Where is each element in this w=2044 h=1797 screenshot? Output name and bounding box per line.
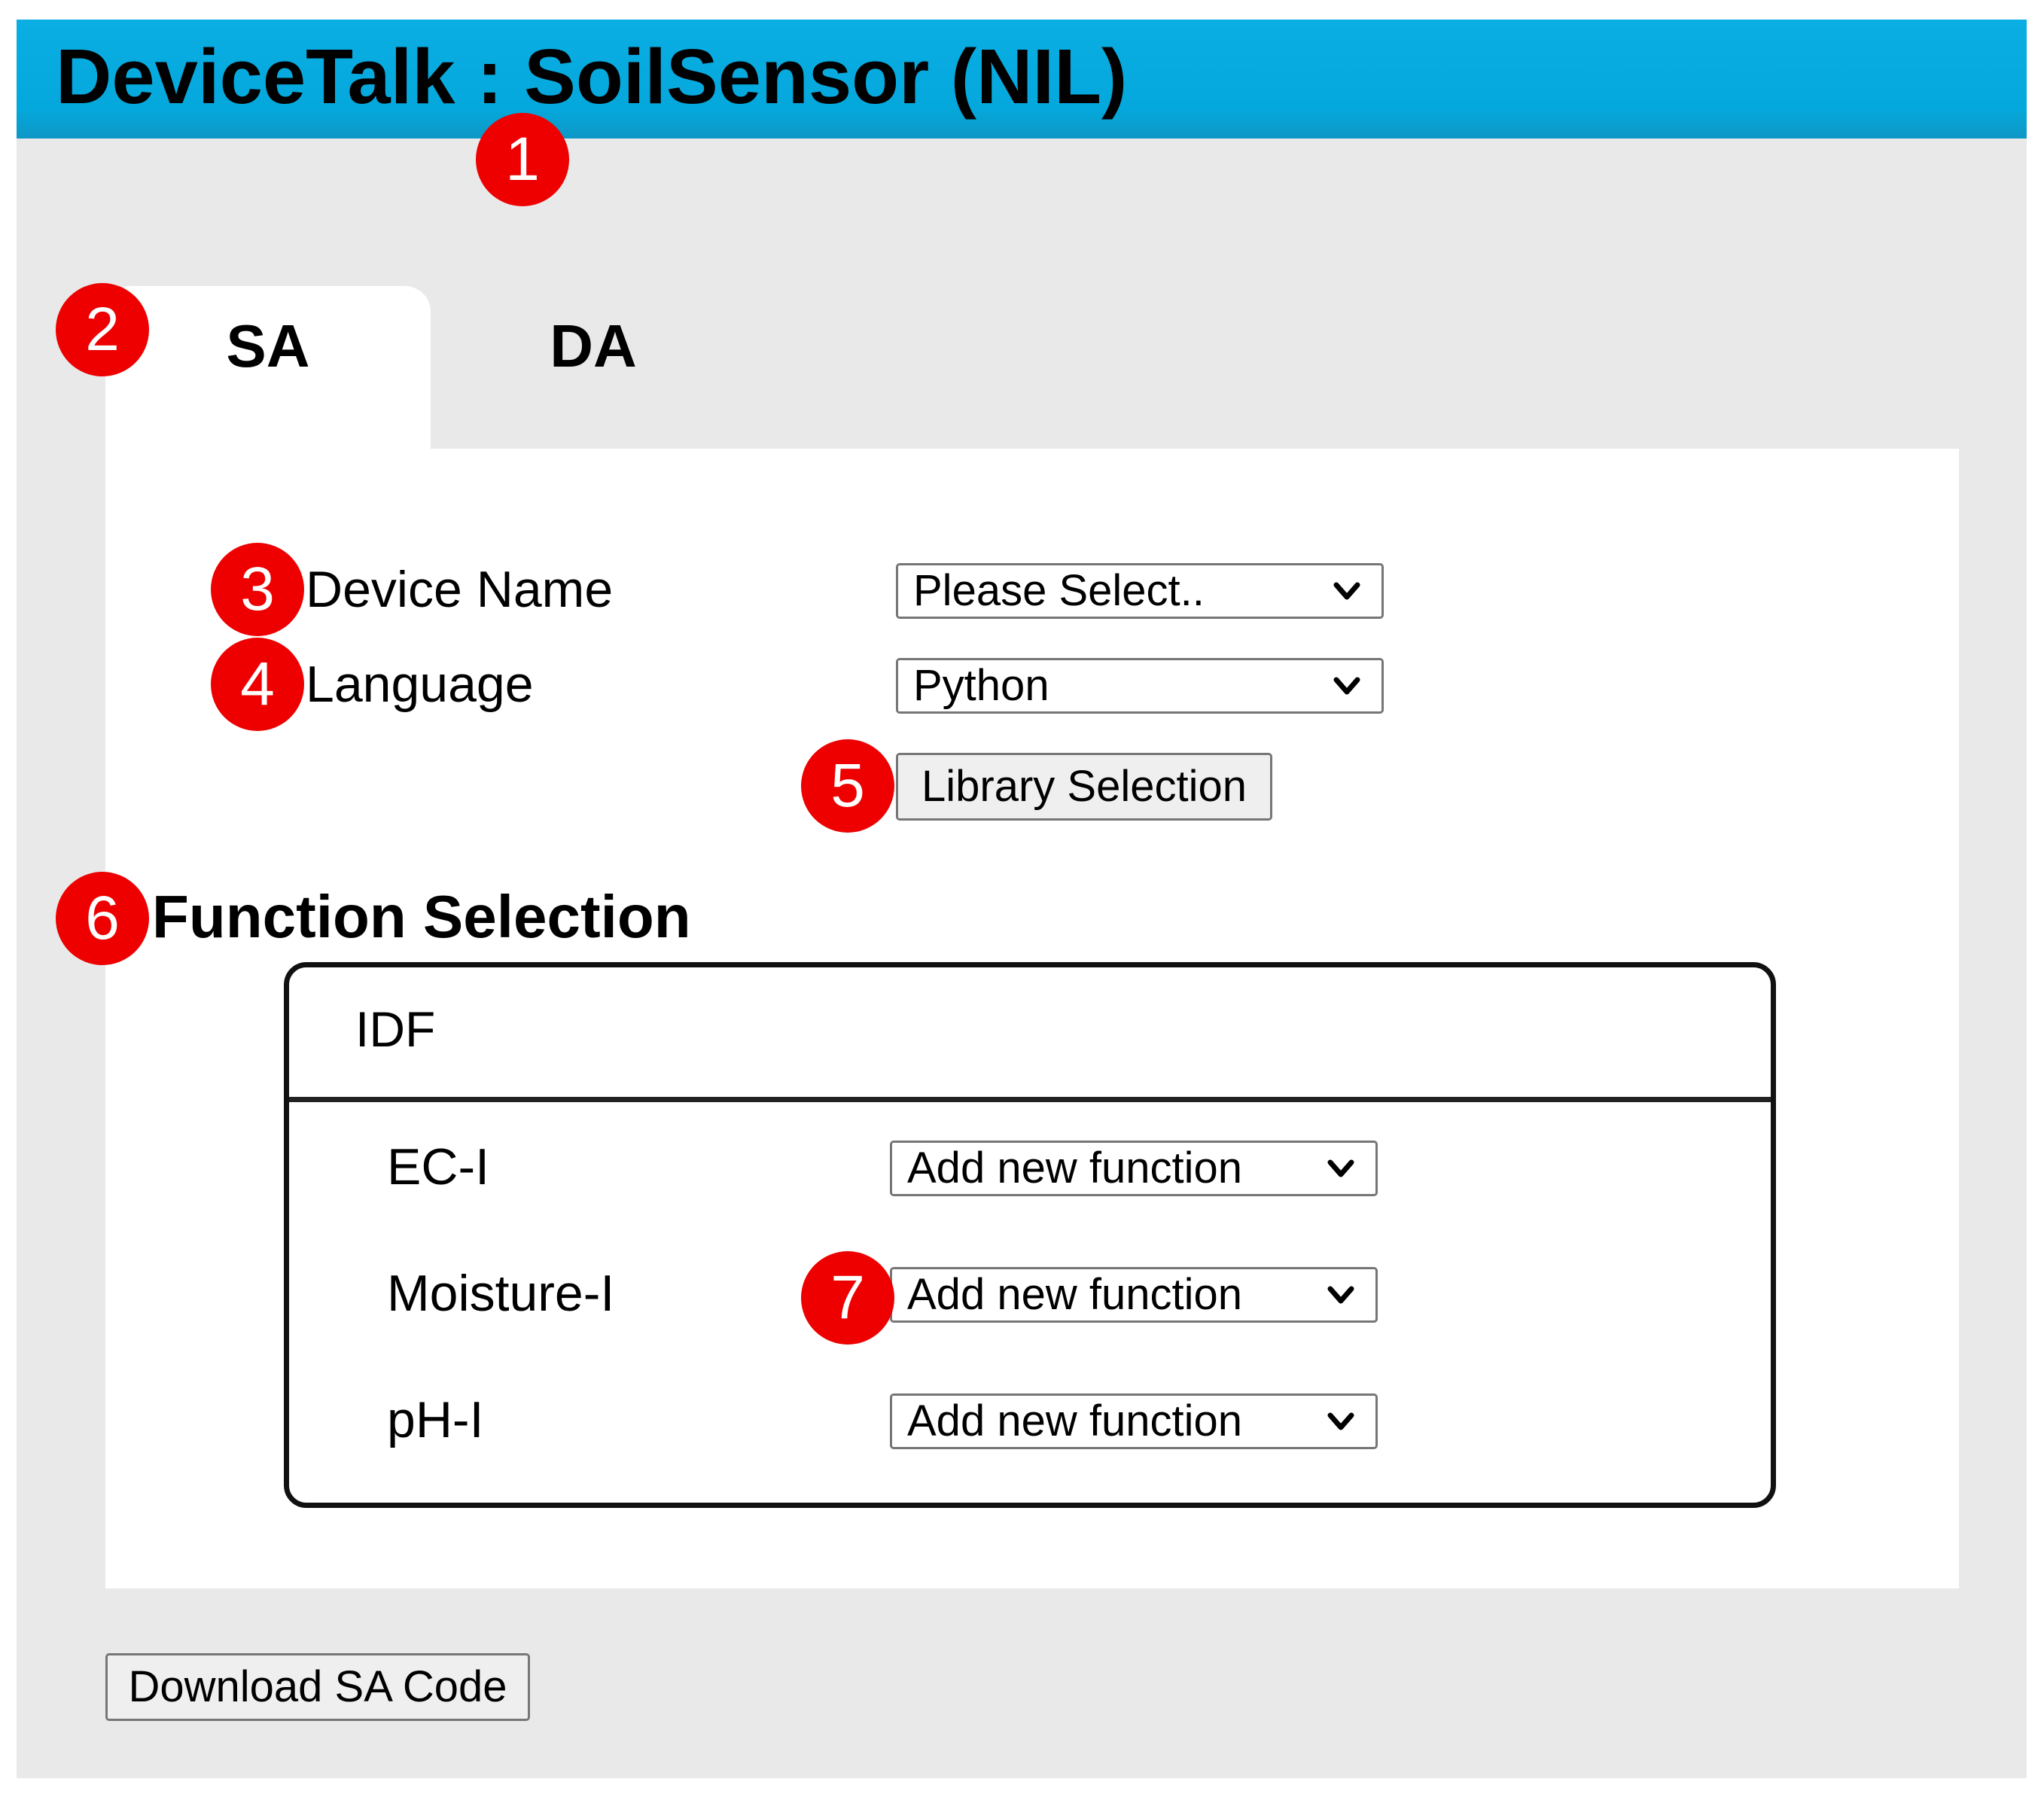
- annotation-badge-1: 1: [476, 113, 569, 206]
- annotation-badge-2: 2: [56, 283, 149, 376]
- chevron-down-icon: [1333, 582, 1360, 600]
- download-sa-code-button[interactable]: Download SA Code: [105, 1653, 530, 1721]
- idf-box: IDF EC-I Add new function Moisture-I Add…: [284, 962, 1776, 1508]
- tab-da[interactable]: DA: [431, 286, 756, 407]
- devicetalk-window: DeviceTalk : SoilSensor (NIL) SA DA Devi…: [17, 20, 2027, 1778]
- library-selection-button[interactable]: Library Selection: [896, 753, 1272, 821]
- device-name-select[interactable]: Please Select..: [896, 563, 1384, 619]
- function-row-name: EC-I: [387, 1138, 489, 1195]
- annotation-badge-6: 6: [56, 872, 149, 965]
- language-select[interactable]: Python: [896, 658, 1384, 714]
- function-select-value: Add new function: [907, 1396, 1242, 1445]
- annotation-badge-7: 7: [801, 1251, 894, 1345]
- function-selection-title: Function Selection: [152, 883, 691, 950]
- device-name-value: Please Select..: [913, 566, 1205, 615]
- language-value: Python: [913, 661, 1049, 710]
- function-row-name: pH-I: [387, 1391, 484, 1448]
- header-bar: DeviceTalk : SoilSensor (NIL): [17, 20, 2027, 139]
- function-select[interactable]: Add new function: [890, 1141, 1378, 1196]
- function-select-value: Add new function: [907, 1144, 1242, 1192]
- page-title: DeviceTalk : SoilSensor (NIL): [56, 33, 1128, 120]
- annotation-badge-3: 3: [211, 543, 304, 636]
- function-select[interactable]: Add new function: [890, 1267, 1378, 1323]
- device-name-label: Device Name: [306, 561, 614, 618]
- divider: [289, 1097, 1771, 1102]
- idf-header: IDF: [355, 1001, 436, 1057]
- chevron-down-icon: [1327, 1159, 1354, 1177]
- chevron-down-icon: [1327, 1412, 1354, 1430]
- annotation-badge-5: 5: [801, 739, 894, 833]
- annotation-badge-4: 4: [211, 638, 304, 731]
- function-select[interactable]: Add new function: [890, 1393, 1378, 1449]
- function-row-name: Moisture-I: [387, 1265, 615, 1322]
- language-label: Language: [306, 656, 534, 713]
- chevron-down-icon: [1327, 1286, 1354, 1304]
- tab-sa[interactable]: SA: [105, 286, 431, 474]
- chevron-down-icon: [1333, 677, 1360, 695]
- function-select-value: Add new function: [907, 1270, 1242, 1319]
